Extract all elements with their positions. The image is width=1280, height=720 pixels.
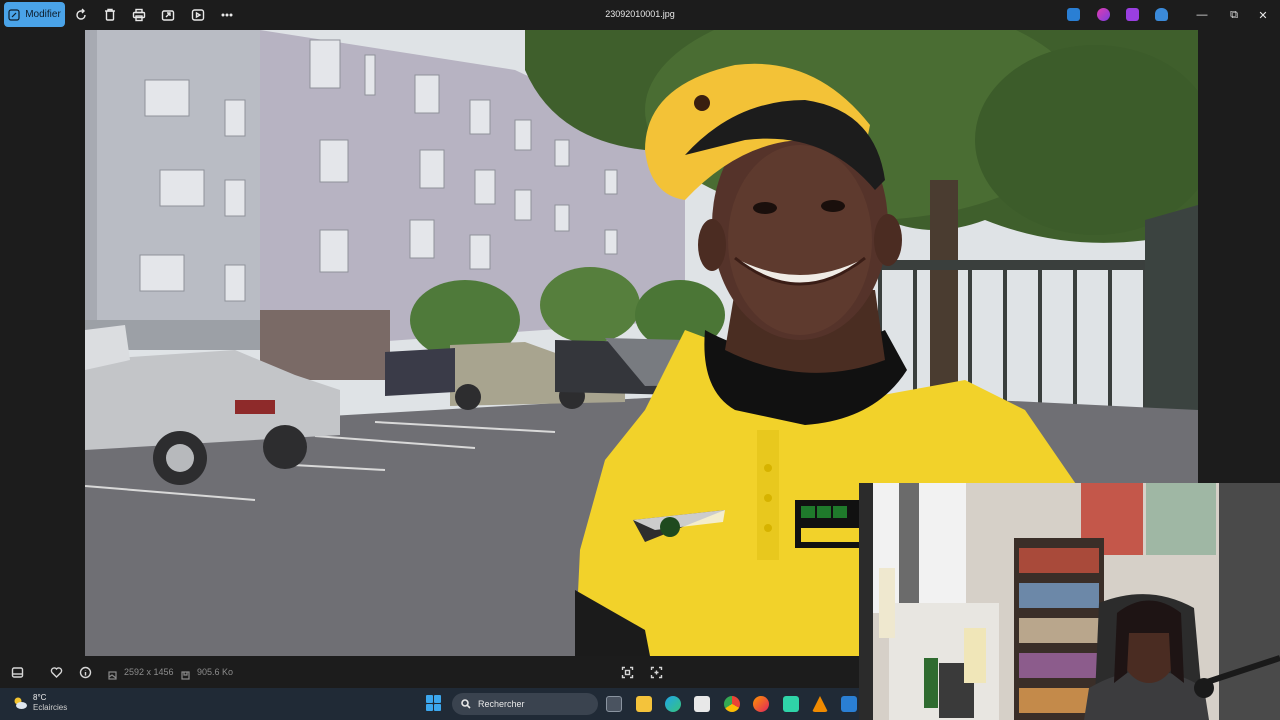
- clipchamp-icon[interactable]: [1126, 8, 1139, 21]
- copilot-icon[interactable]: [1097, 8, 1110, 21]
- info-icon[interactable]: [77, 664, 93, 680]
- edit-button[interactable]: Modifier: [4, 2, 65, 27]
- start-button[interactable]: [426, 695, 442, 711]
- chat-app-icon[interactable]: [783, 696, 799, 712]
- fit-to-window-icon[interactable]: [619, 664, 635, 680]
- firefox-icon[interactable]: [753, 696, 769, 712]
- store-icon[interactable]: [694, 696, 710, 712]
- slideshow-icon[interactable]: [190, 7, 206, 23]
- more-icon[interactable]: [219, 7, 235, 23]
- delete-icon[interactable]: [102, 7, 118, 23]
- dimensions-icon: [108, 667, 117, 680]
- file-size: 905.6 Ko: [197, 667, 234, 677]
- app-launcher-icon[interactable]: [1067, 8, 1080, 21]
- filmstrip-icon[interactable]: [9, 664, 25, 680]
- share-icon[interactable]: [160, 7, 176, 23]
- edit-button-label: Modifier: [25, 9, 61, 20]
- file-explorer-icon[interactable]: [636, 696, 652, 712]
- actual-size-icon[interactable]: [648, 664, 664, 680]
- edit-icon: [8, 8, 20, 21]
- minimize-button[interactable]: —: [1185, 0, 1219, 30]
- photos-app-icon[interactable]: [841, 696, 857, 712]
- search-icon: [461, 699, 471, 709]
- print-icon[interactable]: [131, 7, 147, 23]
- webcam-overlay: [859, 483, 1280, 720]
- title-bar: Modifier 23092010001.jpg — ⧉ ✕: [0, 0, 1280, 30]
- favorite-icon[interactable]: [48, 664, 64, 680]
- weather-widget[interactable]: 8°C Eclaircies: [12, 693, 67, 713]
- weather-description: Eclaircies: [33, 703, 68, 712]
- onedrive-icon[interactable]: [1155, 8, 1168, 21]
- search-placeholder: Rechercher: [478, 699, 525, 709]
- chrome-icon[interactable]: [724, 696, 740, 712]
- rotate-icon[interactable]: [73, 7, 89, 23]
- image-dimensions: 2592 x 1456: [124, 667, 174, 677]
- task-view-icon[interactable]: [606, 696, 622, 712]
- file-size-icon: [181, 667, 190, 680]
- webcam-feed: [859, 483, 1280, 720]
- close-button[interactable]: ✕: [1246, 0, 1280, 30]
- edge-icon[interactable]: [665, 696, 681, 712]
- taskbar-search[interactable]: Rechercher: [452, 693, 598, 715]
- partly-cloudy-icon: [14, 697, 27, 709]
- weather-temperature: 8°C: [33, 693, 47, 702]
